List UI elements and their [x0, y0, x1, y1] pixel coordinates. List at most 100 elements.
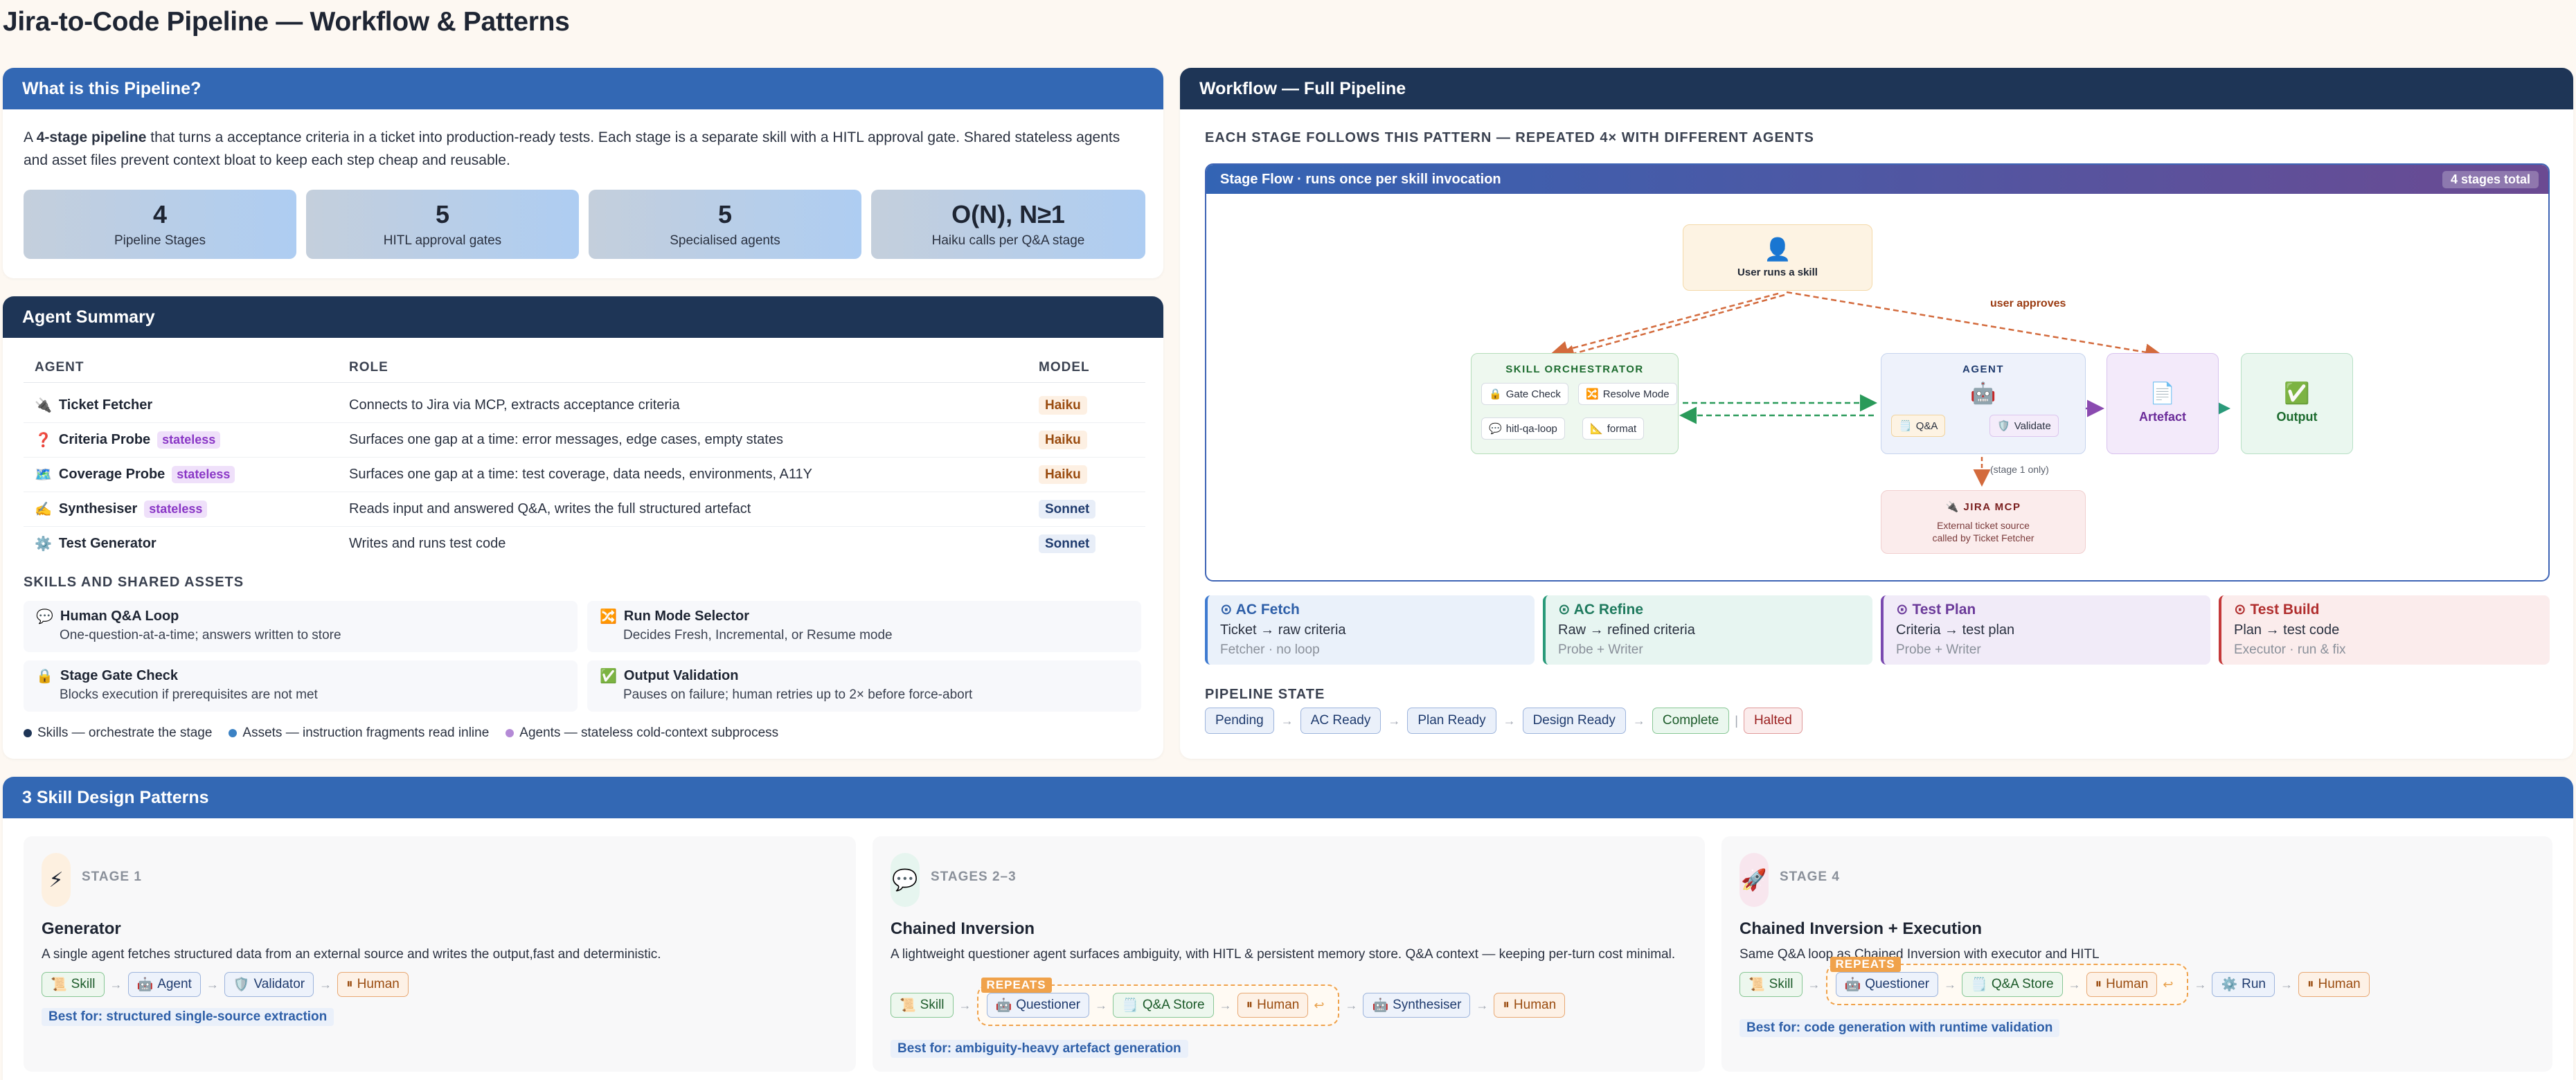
repeats-label: REPEATS — [981, 978, 1052, 993]
pattern-stage: STAGE 1 — [82, 870, 142, 884]
intro-header: What is this Pipeline? — [3, 68, 1163, 109]
check-icon: ✅ — [2284, 382, 2310, 405]
agent-role: Surfaces one gap at a time: error messag… — [349, 431, 783, 447]
check-icon: ✅ — [600, 669, 617, 684]
agent-table: AGENT ROLE MODEL 🔌 Ticket Fetcher Connect… — [24, 360, 1152, 588]
format-chip: 📐 format — [1582, 417, 1645, 440]
stage-desc: Ticket → raw criteria — [1220, 622, 1346, 638]
agent-name: Synthesiser — [58, 501, 138, 516]
stage-title: AC Fetch — [1235, 602, 1300, 618]
model-badge: Haiku — [1039, 430, 1087, 449]
shield-icon: 🛡️ — [1997, 420, 2010, 432]
stat-label: Specialised agents — [670, 233, 780, 248]
state-plan-ready: Plan Ready — [1407, 708, 1496, 734]
stat-label: Pipeline Stages — [114, 233, 206, 248]
pattern-stage: STAGE 4 — [1780, 870, 1840, 884]
table-row: ✍️ Synthesiser stateless Reads input and a… — [24, 492, 1152, 526]
stage-agents: Executor · run & fix — [2234, 642, 2346, 657]
asset-desc: Blocks execution if prerequisites are no… — [60, 687, 318, 702]
scroll-icon: 📜 — [51, 978, 67, 992]
agent-summary-card: Agent Summary AGENT ROLE MODEL 🔌 Ticket F… — [3, 296, 1163, 759]
scroll-icon: 📜 — [900, 998, 916, 1013]
asset-title: Human Q&A Loop — [60, 609, 179, 624]
stage-agents: Probe + Writer — [1558, 642, 1643, 657]
hitl-qa-loop-chip: 💬 hitl-qa-loop — [1481, 417, 1565, 440]
flow-human: ⏸ Human — [1237, 993, 1309, 1018]
jira-mcp-title: JIRA MCP — [1963, 501, 2021, 513]
table-row: 🗺️ Coverage Probe stateless Surfaces one g… — [24, 457, 1152, 492]
stage-desc: Raw → refined criteria — [1558, 622, 1695, 638]
user-node: 👤 User runs a skill — [1683, 224, 1872, 291]
flow-synthesiser: 🤖 Synthesiser — [1363, 993, 1471, 1018]
pause-icon: ⏸ — [1246, 998, 1253, 1012]
intro-card: What is this Pipeline? A 4-stage pipelin… — [3, 68, 1163, 278]
flow-questioner: 🤖 Questioner — [1835, 972, 1939, 997]
agent-name: Ticket Fetcher — [58, 397, 153, 413]
patterns-grid: ⚡ STAGE 1 Generator A single agent fetch… — [24, 836, 2552, 1080]
flow-skill: 📜 Skill — [42, 972, 105, 997]
stat-num: O(N), N≥1 — [951, 200, 1065, 228]
output-node: ✅ Output — [2241, 353, 2353, 454]
stat-label: Haiku calls per Q&A stage — [931, 233, 1085, 248]
pattern-flow: 📜 Skill → REPEATS 🤖 Questioner → 🗒️ Q&A Sto… — [1739, 957, 2370, 1005]
flow-human: ⏸ Human — [2298, 972, 2370, 997]
agent-role: Surfaces one gap at a time: test coverag… — [349, 466, 812, 482]
stage1-only-label: (stage 1 only) — [1990, 464, 2049, 475]
jira-mcp-node: 🔌 JIRA MCP External ticket source called… — [1881, 490, 2086, 554]
stat-stages: 4 Pipeline Stages — [24, 190, 296, 259]
flow-qa-store: 🗒️ Q&A Store — [1113, 993, 1214, 1018]
gear-icon: ⚙️ — [35, 536, 52, 552]
skills-label: SKILLS AND SHARED ASSETS — [24, 575, 244, 590]
asset-gate-check: 🔒 Stage Gate Check Blocks execution if pr… — [24, 660, 578, 712]
stage-icon: ⊙ — [1896, 602, 1908, 618]
col-agent: AGENT — [35, 360, 84, 375]
flow-run: ⚙️ Run — [2212, 972, 2275, 997]
agent-role: Connects to Jira via MCP, extracts accep… — [349, 397, 680, 413]
flow-skill: 📜 Skill — [1739, 972, 1803, 997]
repeats-loop: REPEATS 🤖 Questioner → 🗒️ Q&A Store → ⏸ Hum… — [976, 978, 1340, 1026]
asset-desc: One-question-at-a-time; answers written … — [60, 628, 341, 642]
stat-gates: 5 HITL approval gates — [306, 190, 579, 259]
stage-title: AC Refine — [1573, 602, 1644, 618]
workflow-card: Workflow — Full Pipeline EACH STAGE FOLL… — [1180, 68, 2573, 759]
state-complete: Complete — [1652, 708, 1730, 734]
legend: Skills — orchestrate the stage Assets — … — [24, 726, 778, 741]
pattern-best-for: Best for: ambiguity-heavy artefact gener… — [891, 1040, 1188, 1058]
orchestrator-title: SKILL ORCHESTRATOR — [1505, 363, 1644, 375]
pattern-flow: 📜 Skill → REPEATS 🤖 Questioner → 🗒️ Q&A Sto… — [891, 978, 1566, 1026]
flow-validator: 🛡️ Validator — [224, 972, 314, 997]
table-row: ❓ Criteria Probe stateless Surfaces one ga… — [24, 422, 1152, 457]
pattern-stage: STAGES 2–3 — [931, 870, 1017, 884]
validate-chip: 🛡️ Validate — [1989, 415, 2059, 437]
stage-agents: Probe + Writer — [1896, 642, 1981, 657]
col-model: MODEL — [1039, 360, 1090, 375]
lead-pre: A — [24, 129, 37, 145]
output-label: Output — [2276, 410, 2318, 424]
flow-human: ⏸ Human — [1494, 993, 1566, 1018]
stage-agents: Fetcher · no loop — [1220, 642, 1320, 657]
scroll-icon: 📜 — [1748, 978, 1765, 992]
stats-row: 4 Pipeline Stages 5 HITL approval gates 5 S… — [24, 190, 1145, 259]
robot-icon: 🤖 — [1372, 998, 1389, 1013]
clipboard-icon: 🗒️ — [1122, 998, 1138, 1013]
stage-ac-fetch: ⊙ AC Fetch Ticket → raw criteria Fetcher… — [1205, 595, 1535, 665]
stage-icon: ⊙ — [2234, 602, 2246, 618]
pattern-desc: A lightweight questioner agent surfaces … — [891, 947, 1676, 962]
robot-icon: 🤖 — [1970, 382, 1996, 405]
flow-agent: 🤖 Agent — [127, 972, 201, 997]
asset-title: Stage Gate Check — [60, 668, 178, 683]
stat-label: HITL approval gates — [383, 233, 502, 248]
stateless-tag: stateless — [144, 500, 208, 518]
page-title: Jira-to-Code Pipeline — Workflow & Patte… — [3, 7, 570, 37]
col-role: ROLE — [349, 360, 388, 375]
asset-title: Run Mode Selector — [623, 609, 750, 624]
gear-icon: ⚙️ — [2221, 978, 2238, 992]
stage-title: Test Plan — [1912, 602, 1976, 618]
pattern-chained-inversion-execution: 🚀 STAGE 4 Chained Inversion + Execution … — [1721, 836, 2552, 1072]
stage-icon: ⊙ — [1558, 602, 1571, 618]
document-icon: 📄 — [2149, 382, 2176, 405]
state-halted: Halted — [1743, 708, 1803, 734]
shield-icon: 🛡️ — [233, 978, 250, 992]
asset-title: Output Validation — [623, 668, 739, 683]
agent-role: Reads input and answered Q&A, writes the… — [349, 501, 751, 516]
